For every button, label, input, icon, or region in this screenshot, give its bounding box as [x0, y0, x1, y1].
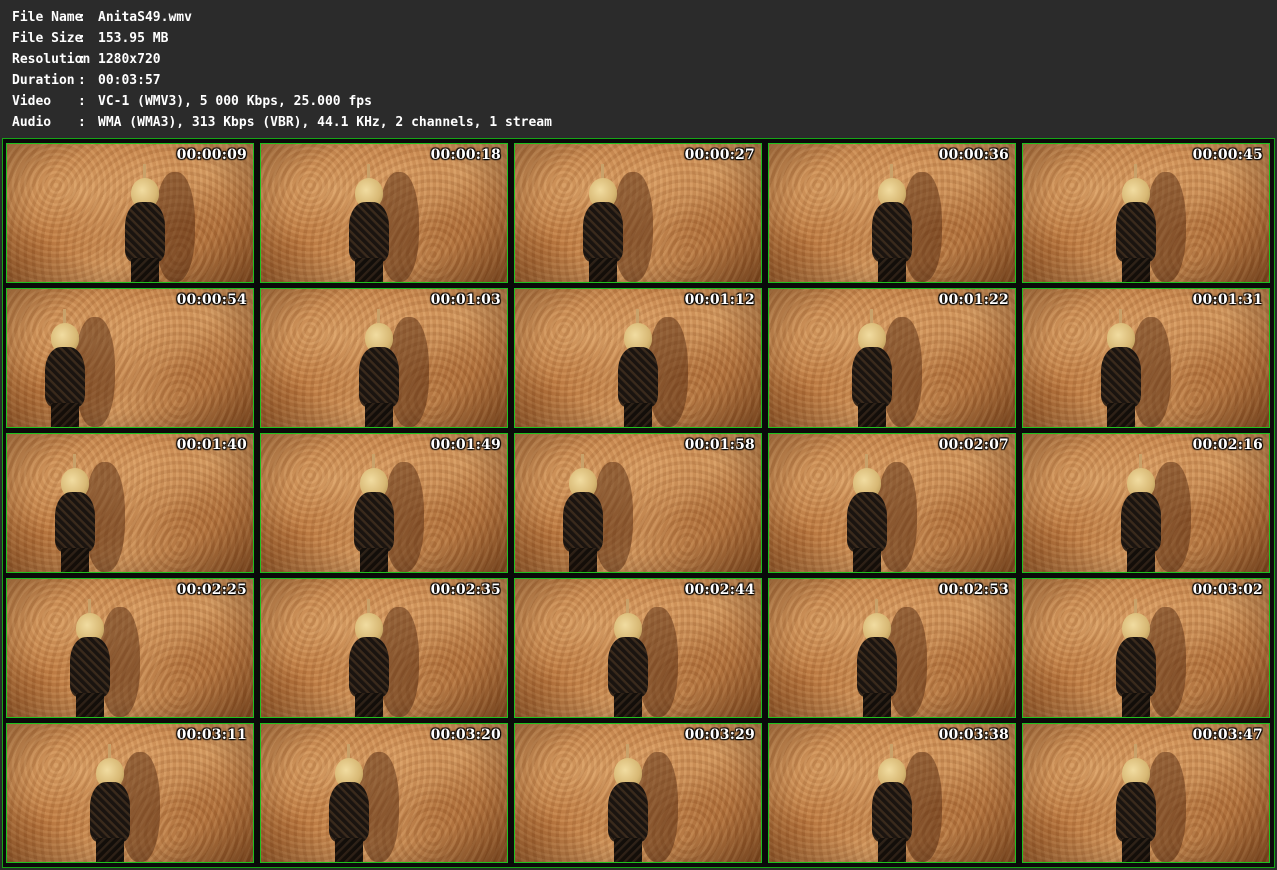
thumbnail-timestamp: 00:02:07 — [938, 437, 1009, 453]
thumbnail-timestamp: 00:01:31 — [1192, 292, 1263, 308]
thumbnail-frame: 00:03:11 — [6, 723, 254, 863]
thumbnail-frame: 00:01:22 — [768, 288, 1016, 428]
frame-vignette — [515, 144, 761, 282]
audio-label: Audio — [12, 115, 52, 130]
frame-vignette — [7, 144, 253, 282]
thumbnail-timestamp: 00:01:58 — [684, 437, 755, 453]
thumbnail-timestamp: 00:00:45 — [1192, 147, 1263, 163]
thumbnail-timestamp: 00:02:16 — [1192, 437, 1263, 453]
thumbnail-frame: 00:00:36 — [768, 143, 1016, 283]
thumbnail-timestamp: 00:02:53 — [938, 582, 1009, 598]
thumbnail-timestamp: 00:01:49 — [430, 437, 501, 453]
thumbnail-frame: 00:02:53 — [768, 578, 1016, 718]
file-name-label: File Name — [12, 10, 83, 25]
thumbnail-timestamp: 00:03:20 — [430, 727, 501, 743]
frame-vignette — [1023, 289, 1269, 427]
file-size-value: 153.95 MB — [98, 31, 169, 46]
frame-vignette — [7, 289, 253, 427]
audio-value: WMA (WMA3), 313 Kbps (VBR), 44.1 KHz, 2 … — [98, 115, 552, 130]
thumbnail-frame: 00:01:12 — [514, 288, 762, 428]
file-name-separator: : — [78, 10, 86, 25]
thumbnail-frame: 00:00:18 — [260, 143, 508, 283]
thumbnail-frame: 00:00:54 — [6, 288, 254, 428]
frame-vignette — [1023, 144, 1269, 282]
video-value: VC-1 (WMV3), 5 000 Kbps, 25.000 fps — [98, 94, 372, 109]
thumbnail-grid: 00:00:09 00:00:18 00:00:27 00:00:36 00:00:45… — [2, 138, 1275, 868]
frame-vignette — [1023, 724, 1269, 862]
thumbnail-timestamp: 00:01:40 — [176, 437, 247, 453]
thumbnail-frame: 00:02:25 — [6, 578, 254, 718]
frame-vignette — [7, 434, 253, 572]
frame-vignette — [515, 724, 761, 862]
video-label: Video — [12, 94, 52, 109]
thumbnail-frame: 00:01:40 — [6, 433, 254, 573]
file-size-separator: : — [78, 31, 86, 46]
video-separator: : — [78, 94, 86, 109]
thumbnail-frame: 00:02:35 — [260, 578, 508, 718]
frame-vignette — [769, 579, 1015, 717]
thumbnail-frame: 00:01:49 — [260, 433, 508, 573]
thumbnail-frame: 00:01:31 — [1022, 288, 1270, 428]
file-info-header: File Name : AnitaS49.wmv File Size : 153… — [0, 0, 1277, 137]
thumbnail-timestamp: 00:02:25 — [176, 582, 247, 598]
thumbnail-timestamp: 00:02:35 — [430, 582, 501, 598]
frame-vignette — [769, 434, 1015, 572]
frame-vignette — [261, 579, 507, 717]
thumbnail-timestamp: 00:02:44 — [684, 582, 755, 598]
resolution-label: Resolution — [12, 52, 91, 67]
duration-separator: : — [78, 73, 86, 88]
thumbnail-timestamp: 00:00:54 — [176, 292, 247, 308]
frame-vignette — [261, 289, 507, 427]
frame-vignette — [515, 579, 761, 717]
frame-vignette — [1023, 579, 1269, 717]
frame-vignette — [261, 434, 507, 572]
frame-vignette — [1023, 434, 1269, 572]
thumbnail-frame: 00:00:45 — [1022, 143, 1270, 283]
frame-vignette — [7, 724, 253, 862]
thumbnail-timestamp: 00:00:18 — [430, 147, 501, 163]
thumbnail-frame: 00:02:16 — [1022, 433, 1270, 573]
frame-vignette — [769, 289, 1015, 427]
frame-vignette — [515, 434, 761, 572]
frame-vignette — [769, 144, 1015, 282]
thumbnail-frame: 00:03:02 — [1022, 578, 1270, 718]
thumbnail-timestamp: 00:03:11 — [176, 727, 247, 743]
frame-vignette — [261, 724, 507, 862]
frame-vignette — [7, 579, 253, 717]
frame-vignette — [515, 289, 761, 427]
thumbnail-frame: 00:02:07 — [768, 433, 1016, 573]
thumbnail-timestamp: 00:00:09 — [176, 147, 247, 163]
thumbnail-timestamp: 00:00:27 — [684, 147, 755, 163]
thumbnail-frame: 00:03:20 — [260, 723, 508, 863]
thumbnail-timestamp: 00:03:38 — [938, 727, 1009, 743]
frame-vignette — [261, 144, 507, 282]
file-size-label: File Size — [12, 31, 83, 46]
thumbnail-timestamp: 00:01:22 — [938, 292, 1009, 308]
thumbnail-frame: 00:01:58 — [514, 433, 762, 573]
resolution-separator: : — [78, 52, 86, 67]
file-name-value: AnitaS49.wmv — [98, 10, 192, 25]
thumbnail-frame: 00:00:27 — [514, 143, 762, 283]
thumbnail-frame: 00:02:44 — [514, 578, 762, 718]
thumbnail-frame: 00:01:03 — [260, 288, 508, 428]
duration-value: 00:03:57 — [98, 73, 161, 88]
thumbnail-timestamp: 00:01:03 — [430, 292, 501, 308]
resolution-value: 1280x720 — [98, 52, 161, 67]
thumbnail-timestamp: 00:03:47 — [1192, 727, 1263, 743]
thumbnail-timestamp: 00:03:02 — [1192, 582, 1263, 598]
thumbnail-frame: 00:03:38 — [768, 723, 1016, 863]
thumbnail-timestamp: 00:03:29 — [684, 727, 755, 743]
audio-separator: : — [78, 115, 86, 130]
duration-label: Duration — [12, 73, 75, 88]
thumbnail-frame: 00:03:29 — [514, 723, 762, 863]
thumbnail-timestamp: 00:00:36 — [938, 147, 1009, 163]
frame-vignette — [769, 724, 1015, 862]
thumbnail-timestamp: 00:01:12 — [684, 292, 755, 308]
thumbnail-frame: 00:00:09 — [6, 143, 254, 283]
thumbnail-frame: 00:03:47 — [1022, 723, 1270, 863]
